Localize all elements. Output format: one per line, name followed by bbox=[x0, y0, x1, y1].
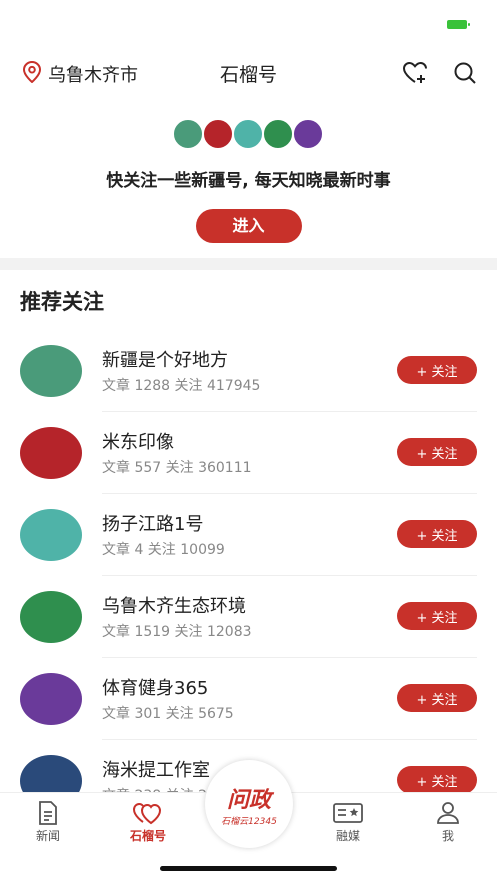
banner-text: 快关注一些新疆号, 每天知晓最新时事 bbox=[106, 171, 391, 191]
tab-pomegranate[interactable]: 石榴号 bbox=[108, 799, 188, 844]
status-bar bbox=[0, 0, 497, 44]
list-item[interactable]: 米东印像 文章 557 关注 360111 + 关注 bbox=[0, 412, 497, 494]
avatar bbox=[20, 427, 82, 479]
follow-button[interactable]: + 关注 bbox=[397, 438, 477, 466]
center-subtitle: 石榴云12345 bbox=[221, 816, 277, 827]
tab-label: 新闻 bbox=[35, 829, 60, 843]
section-title: 推荐关注 bbox=[20, 290, 104, 314]
banner-avatars bbox=[0, 118, 497, 152]
follow-button[interactable]: + 关注 bbox=[397, 356, 477, 384]
recommend-list: 新疆是个好地方 文章 1288 关注 417945 + 关注 米东印像 文章 5… bbox=[0, 330, 497, 822]
center-wenzheng-button[interactable]: 问政 石榴云12345 bbox=[205, 760, 293, 848]
enter-button[interactable]: 进入 bbox=[195, 209, 302, 243]
account-stats: 文章 1288 关注 417945 bbox=[102, 378, 261, 394]
section-divider bbox=[0, 258, 497, 270]
avatar bbox=[261, 118, 294, 150]
account-name: 米东印像 bbox=[102, 432, 174, 453]
home-indicator bbox=[160, 866, 337, 871]
avatar bbox=[20, 345, 82, 397]
account-name: 体育健身365 bbox=[102, 678, 209, 699]
media-card-icon bbox=[308, 799, 388, 827]
hearts-icon bbox=[108, 799, 188, 827]
account-name: 海米提工作室 bbox=[102, 760, 210, 781]
follow-button[interactable]: + 关注 bbox=[397, 684, 477, 712]
list-item[interactable]: 新疆是个好地方 文章 1288 关注 417945 + 关注 bbox=[0, 330, 497, 412]
follow-banner: 快关注一些新疆号, 每天知晓最新时事 进入 bbox=[0, 118, 497, 243]
heart-plus-icon[interactable] bbox=[402, 60, 428, 86]
list-item[interactable]: 乌鲁木齐生态环境 文章 1519 关注 12083 + 关注 bbox=[0, 576, 497, 658]
avatar bbox=[201, 118, 234, 150]
avatar bbox=[291, 118, 324, 150]
document-icon bbox=[8, 799, 88, 827]
account-stats: 文章 1519 关注 12083 bbox=[102, 624, 252, 640]
center-title: 问政 bbox=[226, 787, 271, 813]
top-bar: 乌鲁木齐市 石榴号 bbox=[0, 52, 497, 92]
avatar bbox=[20, 591, 82, 643]
account-name: 新疆是个好地方 bbox=[102, 350, 228, 371]
account-stats: 文章 4 关注 10099 bbox=[102, 542, 225, 558]
list-item[interactable]: 体育健身365 文章 301 关注 5675 + 关注 bbox=[0, 658, 497, 740]
account-name: 乌鲁木齐生态环境 bbox=[102, 596, 246, 617]
avatar bbox=[231, 118, 264, 150]
follow-button[interactable]: + 关注 bbox=[397, 766, 477, 794]
tab-news[interactable]: 新闻 bbox=[8, 799, 88, 844]
avatar bbox=[20, 673, 82, 725]
search-icon[interactable] bbox=[452, 60, 478, 86]
avatar bbox=[171, 118, 204, 150]
account-name: 扬子江路1号 bbox=[102, 514, 204, 535]
account-stats: 文章 301 关注 5675 bbox=[102, 706, 234, 722]
list-item[interactable]: 扬子江路1号 文章 4 关注 10099 + 关注 bbox=[0, 494, 497, 576]
follow-button[interactable]: + 关注 bbox=[397, 602, 477, 630]
tab-label: 融媒 bbox=[335, 829, 360, 843]
user-icon bbox=[408, 799, 488, 827]
tab-me[interactable]: 我 bbox=[408, 799, 488, 844]
follow-button[interactable]: + 关注 bbox=[397, 520, 477, 548]
tab-label: 石榴号 bbox=[129, 829, 166, 843]
tab-label: 我 bbox=[441, 829, 454, 843]
battery-icon bbox=[447, 20, 470, 29]
tab-media[interactable]: 融媒 bbox=[308, 799, 388, 844]
account-stats: 文章 557 关注 360111 bbox=[102, 460, 252, 476]
avatar bbox=[20, 509, 82, 561]
